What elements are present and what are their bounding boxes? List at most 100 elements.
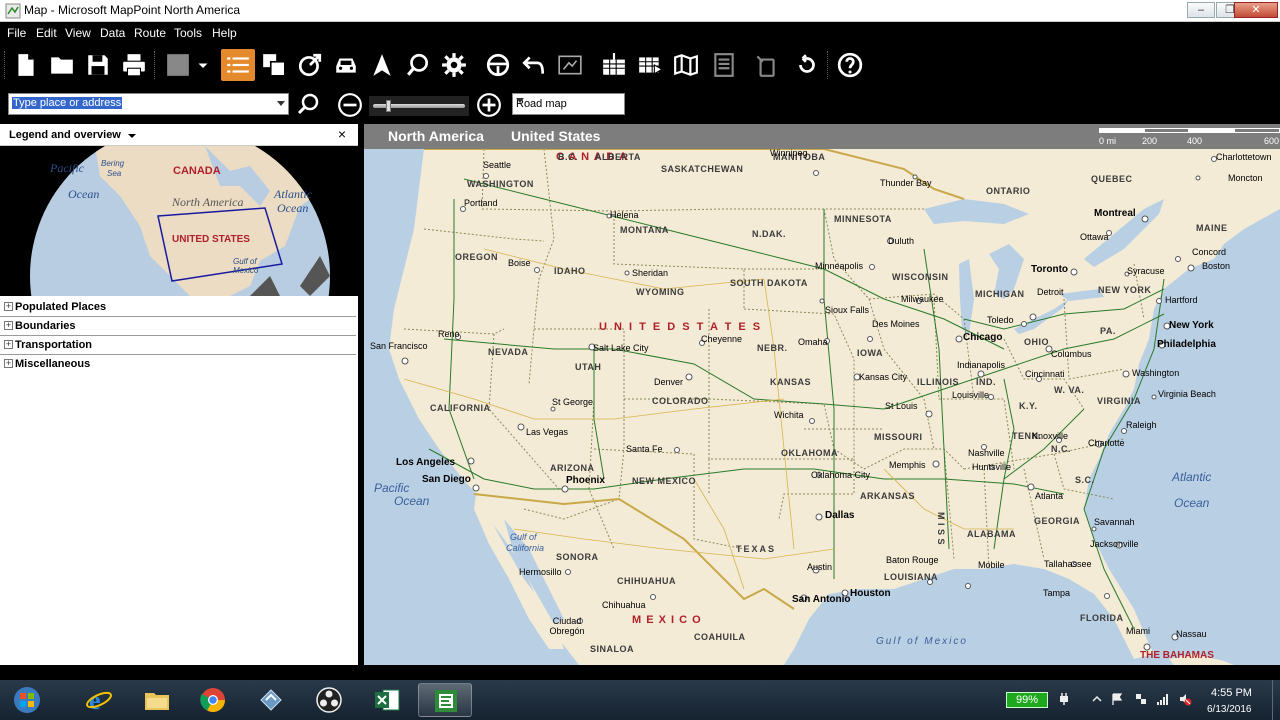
menu-edit[interactable]: Edit bbox=[36, 26, 57, 40]
zoom-slider-thumb[interactable] bbox=[386, 100, 391, 112]
title-bar: Map - Microsoft MapPoint North America –… bbox=[0, 0, 1280, 22]
copy-map-icon[interactable] bbox=[258, 49, 290, 81]
map-label-city: Philadelphia bbox=[1157, 339, 1216, 350]
zoom-in-icon[interactable] bbox=[476, 92, 502, 118]
scale-segment bbox=[1189, 128, 1234, 133]
window-title: Map - Microsoft MapPoint North America bbox=[24, 3, 241, 17]
settings-icon[interactable] bbox=[438, 49, 470, 81]
show-hidden-icons-icon[interactable] bbox=[1090, 692, 1104, 706]
volume-muted-icon[interactable] bbox=[1178, 692, 1192, 706]
new-icon[interactable] bbox=[10, 49, 42, 81]
excel-icon bbox=[375, 689, 400, 711]
open-icon[interactable] bbox=[46, 49, 78, 81]
legend-title[interactable]: Legend and overview bbox=[9, 129, 121, 141]
find-nearby-icon[interactable] bbox=[402, 49, 434, 81]
taskbar-file-explorer[interactable] bbox=[130, 683, 184, 717]
map-icon[interactable] bbox=[670, 49, 702, 81]
map-label-city: Tampa bbox=[1043, 588, 1071, 598]
undo-icon[interactable] bbox=[518, 49, 550, 81]
menu-route[interactable]: Route bbox=[134, 26, 166, 40]
taskbar-mappoint[interactable] bbox=[244, 683, 298, 717]
taskbar-chrome[interactable] bbox=[186, 683, 240, 717]
zoom-slider[interactable] bbox=[369, 96, 469, 116]
menu-help[interactable]: Help bbox=[212, 26, 237, 40]
signal-strength-icon[interactable] bbox=[1156, 692, 1170, 706]
search-input[interactable]: Type place or address bbox=[12, 97, 123, 109]
minimize-button[interactable]: – bbox=[1187, 2, 1215, 18]
overview-globe[interactable]: Pacific Ocean Bering Sea CANADA North Am… bbox=[0, 146, 358, 296]
chevron-down-icon[interactable] bbox=[277, 101, 285, 106]
gps-icon[interactable] bbox=[750, 49, 782, 81]
expand-icon[interactable]: + bbox=[4, 359, 13, 368]
map-label-city: Tallahassee bbox=[1044, 559, 1092, 569]
action-center-flag-icon[interactable] bbox=[1110, 692, 1124, 706]
overview-map[interactable]: Pacific Ocean Bering Sea CANADA North Am… bbox=[0, 146, 358, 296]
legend-category-populated-places[interactable]: + Populated Places bbox=[0, 298, 356, 317]
clock-date[interactable]: 6/13/2016 bbox=[1207, 704, 1252, 715]
taskbar-excel[interactable] bbox=[360, 683, 414, 717]
color-swatch-icon[interactable] bbox=[162, 49, 194, 81]
legend-category-boundaries[interactable]: + Boundaries bbox=[0, 317, 356, 336]
map-label-state: NEW YORK bbox=[1098, 285, 1152, 295]
toolbar-grip bbox=[4, 51, 6, 79]
map-style-select[interactable]: Road map bbox=[512, 93, 625, 115]
map-pane[interactable]: North America United States 0 mi 200 400… bbox=[364, 124, 1280, 665]
search-icon[interactable] bbox=[296, 92, 320, 116]
scale-label: 600 bbox=[1264, 136, 1280, 146]
start-orb-icon[interactable] bbox=[13, 686, 41, 714]
map-label-city: Toledo bbox=[987, 315, 1014, 325]
zoom-out-icon[interactable] bbox=[337, 92, 363, 118]
map-label-city: Salt Lake City bbox=[593, 343, 649, 353]
breadcrumb-united-states[interactable]: United States bbox=[511, 128, 600, 144]
expand-icon[interactable]: + bbox=[4, 340, 13, 349]
import-data-icon[interactable] bbox=[598, 49, 630, 81]
map-label-city: Washington bbox=[1132, 368, 1180, 378]
map-label-city: Columbus bbox=[1051, 349, 1092, 359]
start-button[interactable] bbox=[0, 683, 54, 717]
print-icon[interactable] bbox=[118, 49, 150, 81]
car-icon[interactable] bbox=[330, 49, 362, 81]
export-icon[interactable] bbox=[554, 49, 586, 81]
taskbar-project[interactable] bbox=[418, 683, 472, 717]
map-label-state: IND. bbox=[976, 377, 996, 387]
expand-icon[interactable]: + bbox=[4, 321, 13, 330]
menu-view[interactable]: View bbox=[65, 26, 91, 40]
search-combobox[interactable]: Type place or address bbox=[8, 93, 289, 115]
chevron-down-icon[interactable] bbox=[516, 98, 524, 103]
breadcrumb-north-america[interactable]: North America bbox=[388, 128, 484, 144]
map-label-state: MISSOURI bbox=[874, 432, 923, 442]
show-desktop-button[interactable] bbox=[1272, 680, 1280, 720]
map-label-country: M E X I C O bbox=[632, 614, 702, 626]
help-icon[interactable] bbox=[834, 49, 866, 81]
save-icon[interactable] bbox=[82, 49, 114, 81]
rotate-icon[interactable] bbox=[791, 49, 823, 81]
expand-icon[interactable]: + bbox=[4, 302, 13, 311]
clock-time[interactable]: 4:55 PM bbox=[1211, 687, 1252, 699]
map-label-city: New York bbox=[1169, 320, 1214, 331]
close-icon[interactable]: × bbox=[338, 126, 346, 142]
menu-file[interactable]: File bbox=[7, 26, 26, 40]
map-label-state: OREGON bbox=[455, 252, 499, 262]
network-icon[interactable] bbox=[1134, 692, 1148, 706]
chevron-down-icon[interactable] bbox=[194, 49, 212, 81]
menu-data[interactable]: Data bbox=[100, 26, 125, 40]
menu-tools[interactable]: Tools bbox=[174, 26, 202, 40]
route-arrow-icon[interactable] bbox=[294, 49, 326, 81]
legend-pane: Legend and overview × Pacific Ocean Beri… bbox=[0, 124, 358, 665]
legend-category-miscellaneous[interactable]: + Miscellaneous bbox=[0, 355, 356, 374]
close-button[interactable]: ✕ bbox=[1234, 2, 1278, 18]
taskbar-obs[interactable] bbox=[302, 683, 356, 717]
data-wizard-icon[interactable] bbox=[634, 49, 666, 81]
battery-indicator[interactable]: 99% bbox=[1006, 692, 1048, 708]
map-label-city: Des Moines bbox=[872, 319, 920, 329]
power-plug-icon[interactable] bbox=[1057, 692, 1071, 706]
map-label-state: WASHINGTON bbox=[467, 179, 534, 189]
road-map[interactable] bbox=[364, 149, 1280, 665]
legend-list-icon[interactable] bbox=[221, 49, 255, 81]
steering-wheel-icon[interactable] bbox=[482, 49, 514, 81]
report-icon[interactable] bbox=[708, 49, 740, 81]
legend-category-transportation[interactable]: + Transportation bbox=[0, 336, 356, 355]
taskbar-internet-explorer[interactable]: e bbox=[72, 683, 126, 717]
chevron-down-icon[interactable] bbox=[128, 134, 136, 138]
location-icon[interactable] bbox=[366, 49, 398, 81]
